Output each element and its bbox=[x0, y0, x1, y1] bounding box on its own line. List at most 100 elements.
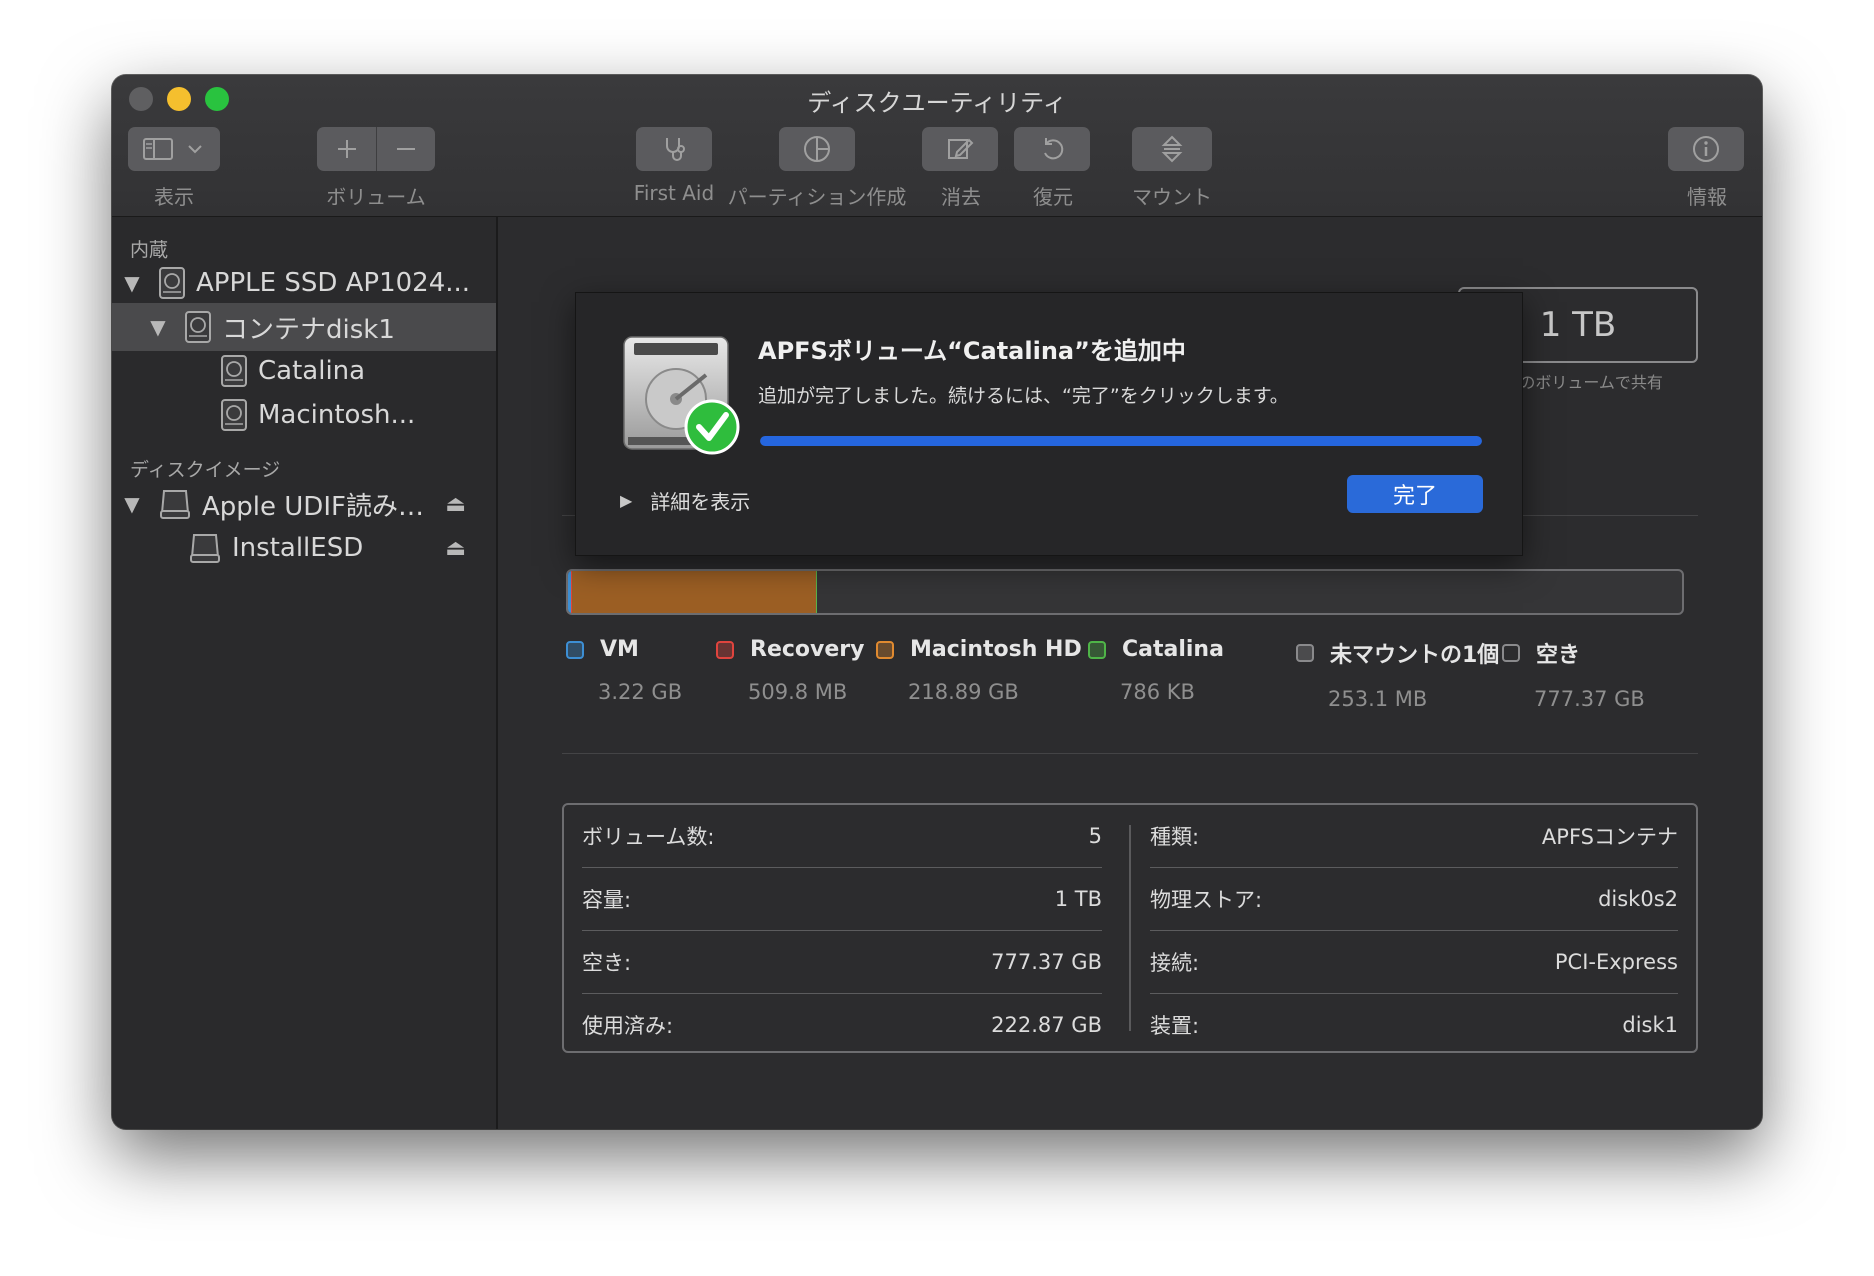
disk-image-icon bbox=[160, 490, 190, 519]
window-title: ディスクユーティリティ bbox=[807, 89, 1067, 117]
legend-size: 218.89 GB bbox=[908, 680, 1019, 704]
toolbar-info-group: 情報 bbox=[1668, 127, 1746, 210]
sidebar-item-catalina[interactable]: Catalina bbox=[112, 347, 496, 395]
mount-icon bbox=[1161, 135, 1183, 163]
eject-icon[interactable]: ⏏ bbox=[445, 492, 466, 517]
info-row-physical-store: 物理ストア: disk0s2 bbox=[1150, 868, 1678, 931]
hard-drive-check-icon bbox=[623, 336, 740, 455]
sidebar-icon bbox=[143, 138, 173, 160]
info-row-volume-count: ボリューム数: 5 bbox=[582, 805, 1102, 868]
partition-label: パーティション作成 bbox=[727, 185, 907, 209]
info-button[interactable] bbox=[1668, 127, 1744, 171]
legend-size: 777.37 GB bbox=[1534, 687, 1645, 711]
first-aid-label: First Aid bbox=[633, 181, 715, 205]
legend-swatch bbox=[1502, 644, 1520, 662]
sidebar: 内蔵 ▼ APPLE SSD AP1024... ▼ コンテナdisk1 Cat… bbox=[112, 217, 498, 1129]
volume-disk-icon bbox=[221, 399, 247, 431]
sidebar-item-apple-udif[interactable]: ▼ Apple UDIF読み… ⏏ bbox=[112, 480, 496, 528]
info-label: 接続: bbox=[1150, 951, 1200, 975]
restore-button[interactable] bbox=[1014, 127, 1090, 171]
info-row-capacity: 容量: 1 TB bbox=[582, 868, 1102, 931]
restore-label: 復元 bbox=[1033, 185, 1073, 209]
legend-item-vm: VM 3.22 GB bbox=[566, 637, 682, 704]
sidebar-item-label: コンテナdisk1 bbox=[222, 314, 395, 345]
erase-pencil-icon bbox=[948, 138, 974, 159]
info-value: APFSコンテナ bbox=[1541, 825, 1678, 849]
info-label: 使用済み: bbox=[582, 1014, 674, 1038]
info-value: 1 TB bbox=[1054, 887, 1102, 911]
legend-name: VM bbox=[600, 637, 639, 662]
sheet-message: 追加が完了しました。続けるには、“完了”をクリックします。 bbox=[758, 385, 1289, 407]
legend-item-recovery: Recovery 509.8 MB bbox=[716, 637, 864, 704]
info-value: disk0s2 bbox=[1598, 887, 1678, 911]
usage-segment-macintosh-hd bbox=[572, 571, 817, 613]
legend-name: 空き bbox=[1536, 643, 1581, 668]
legend-item-catalina: Catalina 786 KB bbox=[1088, 637, 1224, 704]
internal-disk-icon bbox=[159, 267, 185, 299]
disclosure-triangle-icon[interactable]: ▼ bbox=[120, 271, 144, 295]
show-details-toggle[interactable]: ▶ 詳細を表示 bbox=[620, 486, 750, 515]
mount-button[interactable] bbox=[1132, 127, 1212, 171]
sheet-title: APFSボリューム“Catalina”を追加中 bbox=[758, 337, 1186, 365]
view-label: 表示 bbox=[154, 185, 194, 209]
plus-icon bbox=[337, 140, 356, 158]
partition-button[interactable] bbox=[779, 127, 855, 171]
info-table: ボリューム数: 5 容量: 1 TB 空き: 777.37 GB 使用済み: 2… bbox=[562, 803, 1698, 1053]
chevron-down-icon bbox=[188, 145, 202, 154]
sidebar-item-apple-ssd[interactable]: ▼ APPLE SSD AP1024... bbox=[112, 259, 496, 307]
remove-volume-button[interactable] bbox=[375, 127, 435, 171]
partition-pie-icon bbox=[804, 136, 830, 162]
minus-icon bbox=[396, 148, 415, 150]
info-label: 情報 bbox=[1687, 185, 1727, 209]
sidebar-item-installesd[interactable]: InstallESD ⏏ bbox=[112, 524, 496, 572]
info-label: 装置: bbox=[1150, 1014, 1200, 1038]
container-disk-icon bbox=[185, 311, 211, 343]
progress-bar-fill bbox=[760, 436, 1482, 446]
view-button[interactable] bbox=[128, 127, 220, 171]
toolbar-mount-group: マウント bbox=[1112, 127, 1232, 210]
divider bbox=[562, 753, 1698, 754]
sidebar-item-label: Catalina bbox=[258, 356, 366, 386]
stethoscope-icon bbox=[666, 138, 685, 161]
legend-name: Catalina bbox=[1122, 637, 1224, 662]
sidebar-item-container-disk1[interactable]: ▼ コンテナdisk1 bbox=[112, 303, 496, 351]
info-row-connection: 接続: PCI-Express bbox=[1150, 931, 1678, 994]
legend-name: Recovery bbox=[750, 637, 865, 662]
sidebar-item-label: Macintosh... bbox=[258, 400, 416, 430]
volume-label: ボリューム bbox=[326, 185, 426, 209]
info-icon bbox=[1693, 136, 1719, 162]
add-volume-button[interactable] bbox=[318, 127, 376, 171]
info-label: 種類: bbox=[1150, 825, 1200, 849]
disclosure-triangle-icon[interactable]: ▼ bbox=[120, 492, 144, 516]
sidebar-section-disk-images: ディスクイメージ bbox=[130, 459, 281, 481]
disk-utility-window: ディスクユーティリティ 表示 ボリューム First Aid パーティション作成… bbox=[112, 75, 1762, 1129]
disclosure-triangle-icon: ▶ bbox=[620, 491, 633, 510]
legend-swatch bbox=[1088, 640, 1106, 659]
info-value: 5 bbox=[1088, 824, 1102, 848]
info-value: PCI-Express bbox=[1554, 950, 1678, 974]
info-value: 222.87 GB bbox=[991, 1013, 1102, 1037]
info-label: ボリューム数: bbox=[582, 825, 715, 849]
legend-swatch bbox=[566, 640, 584, 659]
erase-button[interactable] bbox=[922, 127, 998, 171]
toolbar-restore-group: 復元 bbox=[1014, 127, 1092, 210]
disclosure-triangle-icon[interactable]: ▼ bbox=[146, 315, 170, 339]
info-label: 容量: bbox=[582, 888, 632, 912]
toolbar-erase-group: 消去 bbox=[922, 127, 1000, 210]
sidebar-item-macintosh-hd[interactable]: Macintosh... bbox=[112, 391, 496, 439]
usage-bar bbox=[566, 569, 1684, 615]
legend-item-unmounted: 未マウントの1個 253.1 MB bbox=[1296, 637, 1499, 711]
eject-icon[interactable]: ⏏ bbox=[445, 536, 466, 561]
sidebar-section-internal: 内蔵 bbox=[130, 239, 169, 261]
done-button[interactable]: 完了 bbox=[1347, 475, 1483, 513]
legend-item-free: 空き 777.37 GB bbox=[1502, 637, 1645, 711]
toolbar-firstaid-group: First Aid bbox=[617, 127, 731, 205]
mount-label: マウント bbox=[1132, 185, 1212, 209]
legend-swatch bbox=[716, 640, 734, 659]
legend-size: 509.8 MB bbox=[748, 680, 848, 704]
restore-arrow-icon bbox=[1044, 138, 1064, 160]
legend-swatch bbox=[1296, 644, 1314, 662]
info-label: 物理ストア: bbox=[1150, 888, 1263, 912]
first-aid-button[interactable] bbox=[636, 127, 712, 171]
info-value: disk1 bbox=[1622, 1013, 1678, 1037]
